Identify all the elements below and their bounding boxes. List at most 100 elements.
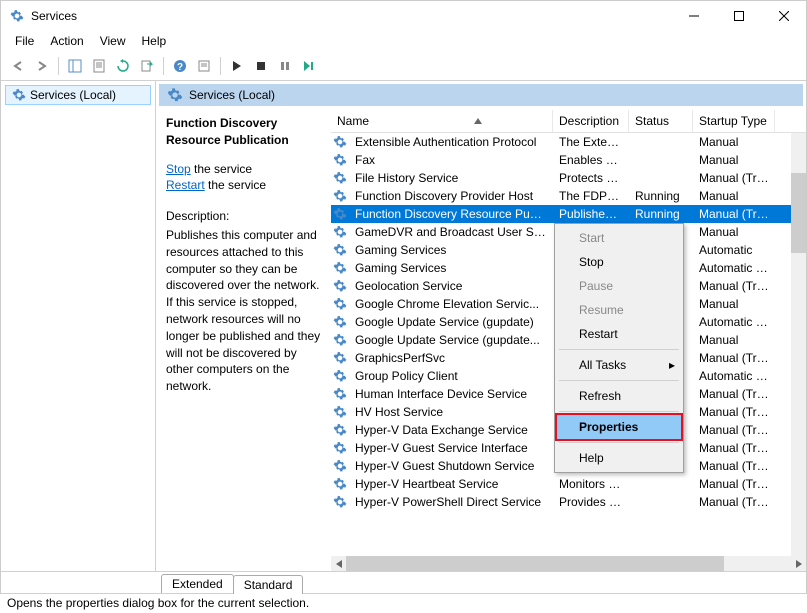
ctx-help[interactable]: Help [557, 446, 681, 470]
gear-icon [333, 225, 349, 239]
table-row[interactable]: FaxEnables you...Manual [331, 151, 806, 169]
properties-button[interactable] [88, 55, 110, 77]
menu-action[interactable]: Action [42, 32, 91, 50]
nav-forward-button[interactable] [31, 55, 53, 77]
gear-icon [333, 333, 349, 347]
status-bar: Opens the properties dialog box for the … [1, 593, 806, 613]
minimize-button[interactable] [671, 1, 716, 31]
tab-extended[interactable]: Extended [161, 574, 234, 593]
chevron-right-icon: ▸ [669, 358, 675, 372]
scroll-right-icon[interactable] [791, 556, 806, 571]
view-tabs: Extended Standard [1, 571, 806, 593]
cell-name: Geolocation Service [349, 279, 553, 293]
cell-startup: Manual (Trig... [693, 387, 775, 401]
client-area: Services (Local) Services (Local) Functi… [1, 81, 806, 571]
gear-icon [333, 189, 349, 203]
table-row[interactable]: Function Discovery Resource Publi...Publ… [331, 205, 806, 223]
menu-bar: File Action View Help [1, 31, 806, 51]
scroll-left-icon[interactable] [331, 556, 346, 571]
nav-back-button[interactable] [7, 55, 29, 77]
cell-startup: Manual (Trig... [693, 207, 775, 221]
gear-icon [333, 387, 349, 401]
cell-description: Provides a ... [553, 495, 629, 509]
help-button[interactable]: ? [169, 55, 191, 77]
svg-text:?: ? [177, 62, 183, 73]
stop-button[interactable] [250, 55, 272, 77]
table-row[interactable]: File History ServiceProtects use...Manua… [331, 169, 806, 187]
ctx-pause[interactable]: Pause [557, 274, 681, 298]
table-row[interactable]: Function Discovery Provider HostThe FDPH… [331, 187, 806, 205]
menu-view[interactable]: View [92, 32, 134, 50]
col-name[interactable]: Name [331, 110, 553, 132]
ctx-properties[interactable]: Properties [557, 415, 681, 439]
show-hide-tree-button[interactable] [64, 55, 86, 77]
vertical-scrollbar[interactable] [791, 133, 806, 556]
tree-node-services-local[interactable]: Services (Local) [5, 85, 151, 105]
cell-startup: Manual (Trig... [693, 171, 775, 185]
export-button[interactable] [136, 55, 158, 77]
col-status[interactable]: Status [629, 110, 693, 132]
window-title: Services [31, 9, 77, 23]
list-header: Name Description Status Startup Type [331, 109, 806, 133]
cell-startup: Manual (Trig... [693, 351, 775, 365]
col-description[interactable]: Description [553, 110, 629, 132]
cell-startup: Automatic (T... [693, 369, 775, 383]
cell-name: Group Policy Client [349, 369, 553, 383]
title-bar: Services [1, 1, 806, 31]
cell-name: File History Service [349, 171, 553, 185]
table-row[interactable]: Hyper-V PowerShell Direct ServiceProvide… [331, 493, 806, 511]
menu-help[interactable]: Help [134, 32, 175, 50]
tab-standard[interactable]: Standard [233, 575, 304, 594]
restart-button[interactable] [298, 55, 320, 77]
tree-pane: Services (Local) [1, 81, 156, 571]
menu-file[interactable]: File [7, 32, 42, 50]
gear-icon [333, 351, 349, 365]
cell-startup: Automatic [693, 243, 775, 257]
cell-name: HV Host Service [349, 405, 553, 419]
cell-name: Hyper-V Guest Service Interface [349, 441, 553, 455]
col-startup[interactable]: Startup Type [693, 110, 775, 132]
gear-icon [333, 279, 349, 293]
gear-icon [333, 495, 349, 509]
description-text: Publishes this computer and resources at… [166, 227, 321, 395]
detail-header: Services (Local) [159, 84, 803, 106]
cell-name: Google Update Service (gupdate) [349, 315, 553, 329]
gear-icon [333, 261, 349, 275]
ctx-all-tasks[interactable]: All Tasks▸ [557, 353, 681, 377]
cell-name: Google Chrome Elevation Servic... [349, 297, 553, 311]
maximize-button[interactable] [716, 1, 761, 31]
restart-link[interactable]: Restart [166, 178, 205, 192]
table-row[interactable]: Hyper-V Heartbeat ServiceMonitors th...M… [331, 475, 806, 493]
cell-status: Running [629, 189, 693, 203]
cell-name: Hyper-V PowerShell Direct Service [349, 495, 553, 509]
vscroll-thumb[interactable] [791, 173, 806, 253]
ctx-stop[interactable]: Stop [557, 250, 681, 274]
scroll-thumb[interactable] [346, 556, 724, 571]
gear-icon [333, 171, 349, 185]
pause-button[interactable] [274, 55, 296, 77]
tree-node-label: Services (Local) [30, 88, 116, 102]
gear-icon [333, 135, 349, 149]
ctx-start[interactable]: Start [557, 226, 681, 250]
gear-icon [333, 423, 349, 437]
cell-startup: Manual (Trig... [693, 405, 775, 419]
detail-header-label: Services (Local) [189, 88, 275, 102]
cell-name: Google Update Service (gupdate... [349, 333, 553, 347]
horizontal-scrollbar[interactable] [331, 556, 806, 571]
cell-startup: Manual [693, 297, 775, 311]
play-button[interactable] [226, 55, 248, 77]
cell-startup: Manual [693, 135, 775, 149]
ctx-restart[interactable]: Restart [557, 322, 681, 346]
stop-link[interactable]: Stop [166, 162, 191, 176]
table-row[interactable]: Extensible Authentication ProtocolThe Ex… [331, 133, 806, 151]
ctx-resume[interactable]: Resume [557, 298, 681, 322]
ctx-refresh[interactable]: Refresh [557, 384, 681, 408]
gear-icon [333, 441, 349, 455]
cell-description: The Extensi... [553, 135, 629, 149]
cell-description: Enables you... [553, 153, 629, 167]
gear-icon [333, 477, 349, 491]
cell-name: GraphicsPerfSvc [349, 351, 553, 365]
close-button[interactable] [761, 1, 806, 31]
refresh-button[interactable] [112, 55, 134, 77]
help2-button[interactable] [193, 55, 215, 77]
